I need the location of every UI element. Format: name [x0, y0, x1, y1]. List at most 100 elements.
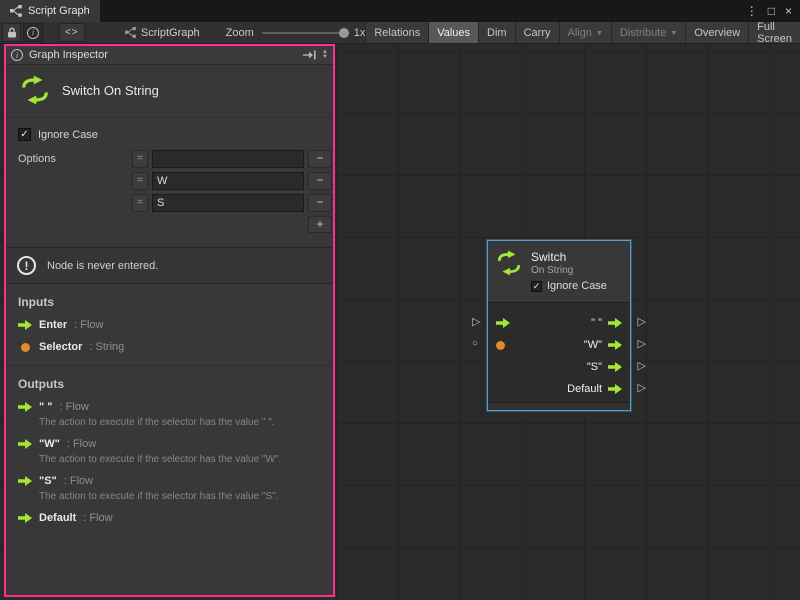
option-input-0[interactable]	[152, 150, 304, 168]
node-header[interactable]: Switch On String ✓ Ignore Case	[488, 241, 630, 302]
full-screen-button[interactable]: Full Screen	[748, 22, 800, 43]
script-graph-asset-icon	[125, 27, 136, 38]
script-graph-window: Script Graph ⋮ □ × i <> ScriptGraph Zoom…	[0, 0, 800, 600]
option-row: = −	[132, 150, 332, 168]
dim-button[interactable]: Dim	[478, 22, 515, 43]
flow-port-icon	[18, 320, 32, 330]
check-icon: ✓	[533, 281, 541, 292]
ignore-case-label: Ignore Case	[38, 129, 98, 141]
flow-out-arrow-icon[interactable]	[608, 318, 622, 328]
port-description: The action to execute if the selector ha…	[39, 454, 321, 465]
ignore-case-row: ✓ Ignore Case	[18, 128, 321, 141]
inspector-node-title: Switch On String	[62, 83, 159, 98]
remove-option-button[interactable]: −	[308, 194, 332, 212]
drag-handle-icon[interactable]: =	[132, 172, 148, 190]
output-stub-icon[interactable]: ▷	[638, 360, 646, 372]
node-port-row: "S"	[488, 356, 630, 378]
zoom-control: Zoom 1x	[226, 22, 366, 43]
port-label-default: Default	[567, 383, 602, 395]
inputs-section: Inputs Enter : Flow Selector : String	[6, 284, 333, 363]
selector-port-dot[interactable]	[496, 341, 505, 350]
input-port-row: Enter : Flow	[18, 319, 321, 331]
output-stub-icon[interactable]: ▷	[638, 382, 646, 394]
close-icon[interactable]: ×	[785, 4, 792, 18]
panel-scrubber[interactable]: ▲ ▼	[322, 50, 328, 60]
flow-out-arrow-icon[interactable]	[608, 340, 622, 350]
drag-handle-icon[interactable]: =	[132, 150, 148, 168]
lock-button[interactable]	[2, 23, 21, 42]
inputs-header: Inputs	[18, 295, 321, 309]
menu-kebab-icon[interactable]: ⋮	[746, 4, 758, 18]
port-name: Selector	[39, 341, 82, 353]
flow-in-arrow-icon[interactable]	[496, 318, 510, 328]
port-type: : Flow	[83, 512, 112, 524]
node-subtitle: On String	[531, 265, 607, 276]
toolbar-buttons: Relations Values Dim Carry Align▼ Distri…	[365, 22, 800, 43]
node-body: " " "W" "S"	[488, 302, 630, 402]
inspector-toggle-button[interactable]: i	[23, 23, 42, 42]
output-stub-icon[interactable]: ▷	[638, 316, 646, 328]
port-name: "W"	[39, 438, 60, 450]
ignore-case-checkbox[interactable]: ✓	[531, 281, 542, 292]
add-option-button[interactable]: +	[308, 216, 332, 233]
remove-option-button[interactable]: −	[308, 150, 332, 168]
input-value-stub-icon[interactable]: ○	[472, 338, 478, 350]
outputs-section: Outputs " " : Flow The action to execute…	[6, 365, 333, 534]
distribute-dropdown[interactable]: Distribute▼	[611, 22, 685, 43]
maximize-icon[interactable]: □	[768, 4, 775, 18]
check-icon: ✓	[20, 129, 28, 140]
code-view-button[interactable]: <>	[59, 23, 85, 42]
zoom-label: Zoom	[226, 27, 254, 39]
option-row: = −	[132, 172, 332, 190]
carry-button[interactable]: Carry	[515, 22, 559, 43]
values-label: Values	[437, 27, 470, 39]
node-port-row: " "	[488, 312, 630, 334]
inspector-controls: ✓ Ignore Case Options = − = −	[6, 118, 333, 237]
zoom-slider-knob[interactable]	[339, 28, 349, 38]
add-option-row: +	[132, 216, 332, 233]
title-bar: Script Graph ⋮ □ ×	[0, 0, 800, 22]
output-stub-icon[interactable]: ▷	[638, 338, 646, 350]
overview-button[interactable]: Overview	[685, 22, 748, 43]
input-flow-stub-icon[interactable]: ▷	[472, 316, 480, 328]
scrub-down-icon[interactable]: ▼	[322, 55, 328, 60]
options-list: = − = − = − +	[132, 150, 332, 233]
port-type: : String	[89, 341, 124, 353]
node-ignore-case: ✓ Ignore Case	[531, 280, 607, 292]
option-input-1[interactable]	[152, 172, 304, 190]
port-type: : Flow	[67, 438, 96, 450]
ignore-case-checkbox[interactable]: ✓	[18, 128, 31, 141]
values-button[interactable]: Values	[428, 22, 478, 43]
graph-inspector-panel: i Graph Inspector ▲ ▼ Switch On String ✓	[4, 44, 335, 597]
switch-on-string-node[interactable]: Switch On String ✓ Ignore Case " "	[487, 240, 631, 411]
graph-toolbar: i <> ScriptGraph Zoom 1x Relations Value…	[0, 22, 800, 44]
inspector-header: i Graph Inspector ▲ ▼	[6, 46, 333, 65]
warning-text: Node is never entered.	[47, 260, 158, 272]
relations-button[interactable]: Relations	[365, 22, 428, 43]
flow-out-arrow-icon[interactable]	[608, 384, 622, 394]
option-input-2[interactable]	[152, 194, 304, 212]
full-screen-label: Full Screen	[757, 21, 792, 45]
relations-label: Relations	[374, 27, 420, 39]
flow-port-icon	[18, 476, 32, 486]
inspector-node-title-block: Switch On String	[6, 65, 333, 118]
port-name: "S"	[39, 475, 57, 487]
zoom-slider[interactable]	[262, 32, 346, 34]
flow-out-arrow-icon[interactable]	[608, 362, 622, 372]
output-port-row: "W" : Flow	[18, 438, 321, 450]
flow-port-icon	[18, 402, 32, 412]
options-field: Options = − = − = −	[18, 150, 321, 233]
pop-out-icon[interactable]	[303, 50, 316, 60]
drag-handle-icon[interactable]: =	[132, 194, 148, 212]
output-port-row: " " : Flow	[18, 401, 321, 413]
graph-asset: ScriptGraph	[125, 22, 200, 43]
flow-port-icon	[18, 513, 32, 523]
port-description: The action to execute if the selector ha…	[39, 491, 321, 502]
port-name: Enter	[39, 319, 67, 331]
input-port-row: Selector : String	[18, 341, 321, 353]
info-icon: i	[27, 27, 39, 39]
align-dropdown[interactable]: Align▼	[559, 22, 611, 43]
remove-option-button[interactable]: −	[308, 172, 332, 190]
tab-script-graph[interactable]: Script Graph	[0, 0, 100, 22]
port-type: : Flow	[74, 319, 103, 331]
